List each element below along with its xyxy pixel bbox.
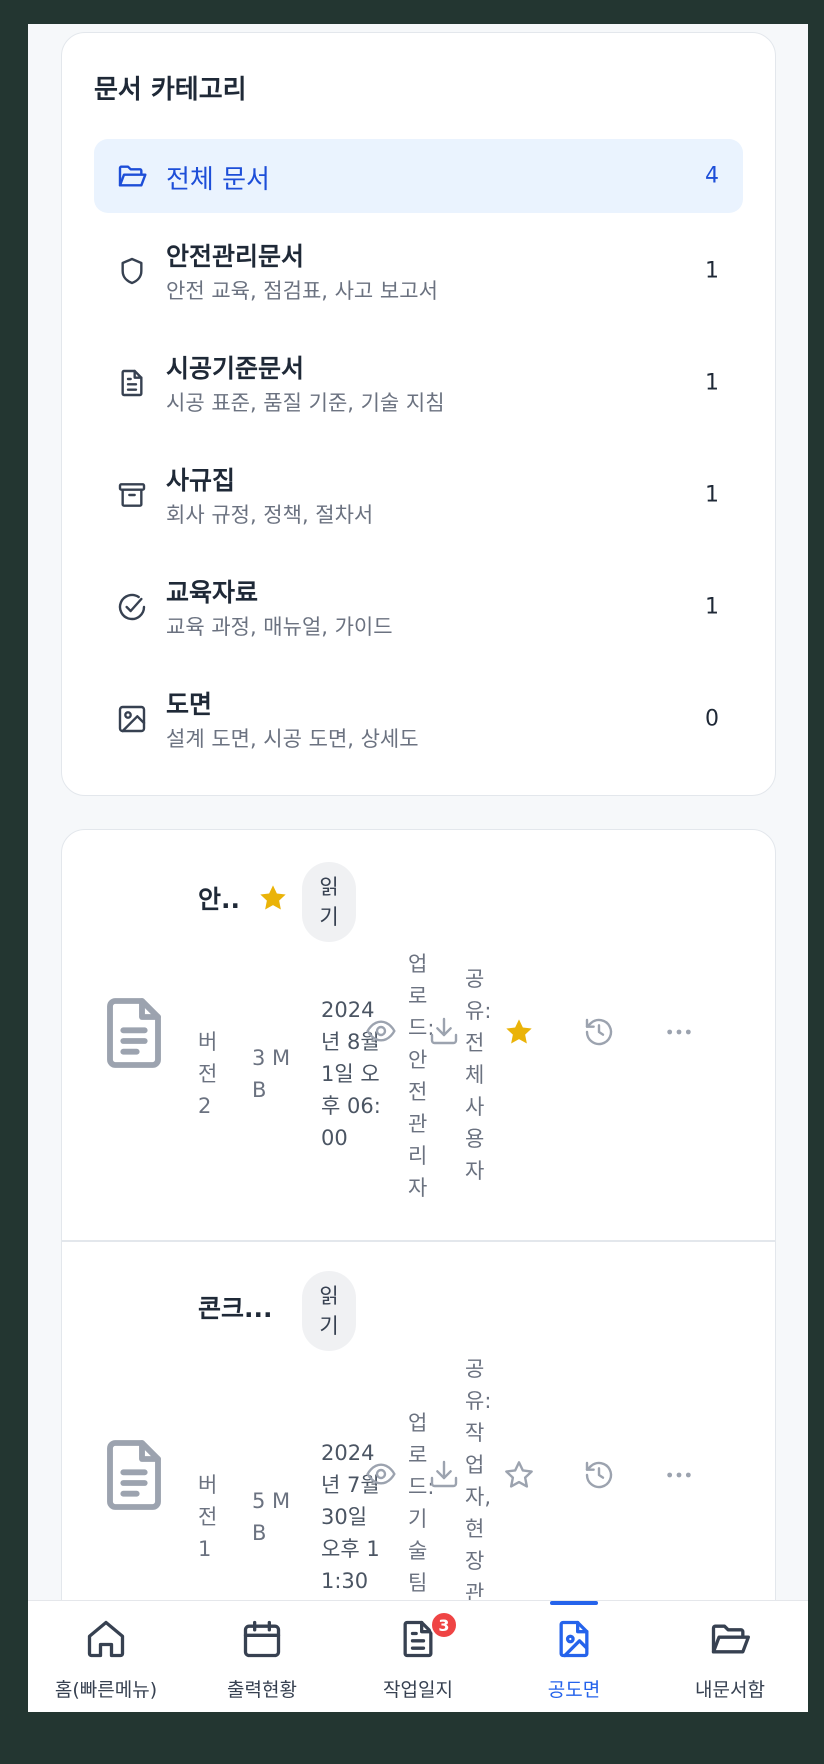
document-list-card: 안.. 읽기 버전 2 3 MB 2024년 8월 1일 오후 06:00 업로… <box>61 829 776 1712</box>
star-filled-icon[interactable] <box>503 1016 535 1048</box>
category-count: 0 <box>705 706 719 732</box>
history-icon[interactable] <box>583 1459 615 1491</box>
home-icon <box>87 1620 125 1658</box>
document-size: 5 MB <box>252 1489 291 1545</box>
eye-icon[interactable] <box>365 1015 397 1047</box>
folder-icon <box>711 1624 750 1654</box>
category-company-rules[interactable]: 사규집 회사 규정, 정책, 절차서 1 <box>94 445 743 545</box>
category-education[interactable]: 교육자료 교육 과정, 매뉴얼, 가이드 1 <box>94 557 743 657</box>
document-size: 3 MB <box>252 1046 291 1102</box>
download-icon[interactable] <box>428 1015 460 1047</box>
permission-chip: 읽기 <box>302 862 356 942</box>
category-count: 1 <box>705 370 719 396</box>
category-name: 도면 <box>166 690 213 719</box>
document-category-card: 문서 카테고리 전체 문서 4 안전관리문서 안전 교육, 점검표, 사고 보고… <box>61 32 776 796</box>
notification-badge: 3 <box>430 1611 458 1639</box>
shield-icon <box>121 257 143 285</box>
more-horizontal-icon[interactable] <box>663 1016 695 1048</box>
category-count: 1 <box>705 258 719 284</box>
category-card-title: 문서 카테고리 <box>94 75 247 105</box>
category-description: 설계 도면, 시공 도면, 상세도 <box>166 727 419 751</box>
category-all-documents[interactable]: 전체 문서 4 <box>94 139 743 213</box>
category-safety[interactable]: 안전관리문서 안전 교육, 점검표, 사고 보고서 1 <box>94 221 743 321</box>
file-document-icon <box>107 1440 161 1510</box>
more-horizontal-icon[interactable] <box>663 1459 695 1491</box>
nav-output-status[interactable]: 출력현황 <box>184 1601 340 1712</box>
nav-my-documents[interactable]: 내문서함 <box>652 1601 808 1712</box>
nav-home[interactable]: 홈(빠른메뉴) <box>28 1601 184 1712</box>
download-icon[interactable] <box>428 1458 460 1490</box>
active-indicator <box>550 1601 598 1605</box>
nav-label: 공도면 <box>547 1679 601 1701</box>
archive-icon <box>118 483 146 507</box>
nav-label: 작업일지 <box>383 1679 453 1701</box>
category-description: 교육 과정, 매뉴얼, 가이드 <box>166 615 393 639</box>
document-title[interactable]: 안.. <box>198 880 240 916</box>
nav-label: 내문서함 <box>695 1679 765 1701</box>
document-uploader: 업로드: 안전관리자 <box>408 952 435 1200</box>
eye-icon[interactable] <box>365 1458 397 1490</box>
category-name: 시공기준문서 <box>166 354 305 383</box>
bottom-navigation: 홈(빠른메뉴) 출력현황 3 작업일지 공도면 내문서함 <box>28 1600 808 1712</box>
category-name: 사규집 <box>166 466 236 495</box>
category-description: 안전 교육, 점검표, 사고 보고서 <box>166 279 438 303</box>
permission-chip: 읽기 <box>302 1271 356 1351</box>
document-version: 버전 1 <box>198 1473 218 1561</box>
category-count: 1 <box>705 594 719 620</box>
check-circle-icon <box>118 593 146 621</box>
document-shared-with: 공유: 전체 사용자 <box>465 967 492 1183</box>
history-icon[interactable] <box>583 1016 615 1048</box>
document-uploader: 업로드: 기술팀 <box>408 1411 435 1595</box>
nav-work-log[interactable]: 3 작업일지 <box>340 1601 496 1712</box>
file-text-icon <box>121 369 143 397</box>
category-name: 교육자료 <box>166 578 259 607</box>
category-description: 회사 규정, 정책, 절차서 <box>166 503 374 527</box>
image-icon <box>118 705 146 733</box>
document-title[interactable]: 콘크... <box>198 1289 273 1325</box>
document-version: 버전 2 <box>198 1030 218 1118</box>
calendar-icon <box>243 1620 281 1658</box>
nav-blueprints[interactable]: 공도면 <box>496 1601 652 1712</box>
folder-open-icon <box>118 165 147 187</box>
nav-label: 출력현황 <box>227 1679 297 1701</box>
category-drawings[interactable]: 도면 설계 도면, 시공 도면, 상세도 0 <box>94 669 743 769</box>
blueprint-icon <box>559 1620 589 1658</box>
star-outline-icon[interactable] <box>503 1459 535 1491</box>
category-count: 4 <box>705 163 719 189</box>
file-document-icon <box>107 998 161 1068</box>
category-construction-standard[interactable]: 시공기준문서 시공 표준, 품질 기준, 기술 지침 1 <box>94 333 743 433</box>
document-row[interactable]: 안.. 읽기 버전 2 3 MB 2024년 8월 1일 오후 06:00 업로… <box>62 830 775 1240</box>
category-name: 안전관리문서 <box>166 242 305 271</box>
category-count: 1 <box>705 482 719 508</box>
star-filled-icon[interactable] <box>257 882 289 914</box>
app-screen: 문서 카테고리 전체 문서 4 안전관리문서 안전 교육, 점검표, 사고 보고… <box>28 24 808 1712</box>
category-description: 시공 표준, 품질 기준, 기술 지침 <box>166 391 445 415</box>
category-label: 전체 문서 <box>166 165 270 195</box>
nav-label: 홈(빠른메뉴) <box>54 1679 158 1701</box>
